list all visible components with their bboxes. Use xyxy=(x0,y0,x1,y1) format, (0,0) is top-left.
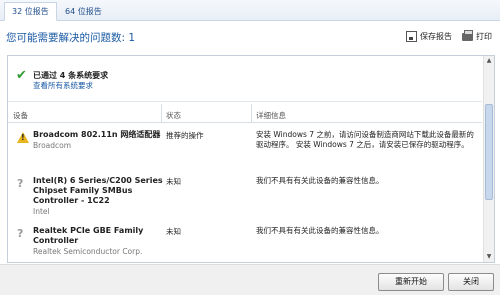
device-detail: 我们不具有有关此设备的兼容性信息。 xyxy=(256,176,384,185)
device-name: Realtek PCIe GBE Family Controller Realt… xyxy=(33,226,163,257)
device-status: 未知 xyxy=(166,177,181,186)
device-status: 推荐的操作 xyxy=(166,131,204,140)
results-panel: ✔ 已通过 4 条系统要求 查看所有系统要求 设备 状态 详细信息 Broadc… xyxy=(7,55,495,263)
save-report-label: 保存报告 xyxy=(420,32,452,41)
question-icon: ? xyxy=(17,227,24,240)
device-detail: 我们不具有有关此设备的兼容性信息。 xyxy=(256,226,384,235)
footer-bar: 重新开始 关闭 xyxy=(0,264,500,295)
checkmark-icon: ✔ xyxy=(16,68,27,83)
vertical-scrollbar[interactable]: ▲ ▼ xyxy=(483,56,494,262)
scroll-up-arrow-icon[interactable]: ▲ xyxy=(485,57,493,65)
view-all-requirements-link[interactable]: 查看所有系统要求 xyxy=(33,80,93,91)
tab-label: 32 位报告 xyxy=(12,7,49,16)
device-detail: 安装 Windows 7 之前，请访问设备制造商网站下载此设备最新的驱动程序。 … xyxy=(256,130,474,149)
tab-label: 64 位报告 xyxy=(65,7,102,16)
requirements-summary: ✔ 已通过 4 条系统要求 查看所有系统要求 xyxy=(8,56,482,102)
save-report-button[interactable]: 保存报告 xyxy=(406,31,452,42)
device-name-text: Intel(R) 6 Series/C200 Series Chipset Fa… xyxy=(33,176,163,205)
device-status: 未知 xyxy=(166,227,181,236)
column-divider[interactable] xyxy=(251,104,252,122)
device-vendor: Intel xyxy=(33,207,50,216)
column-detail[interactable]: 详细信息 xyxy=(256,110,286,121)
restart-button[interactable]: 重新开始 xyxy=(378,273,444,291)
question-icon: ? xyxy=(17,177,24,190)
close-button[interactable]: 关闭 xyxy=(448,273,494,291)
column-header: 设备 状态 详细信息 xyxy=(8,106,482,123)
device-name: Intel(R) 6 Series/C200 Series Chipset Fa… xyxy=(33,176,163,217)
column-device[interactable]: 设备 xyxy=(13,110,28,121)
tab-bar: 32 位报告 64 位报告 xyxy=(0,0,500,21)
print-label: 打印 xyxy=(476,32,492,41)
device-name-text: Realtek PCIe GBE Family Controller xyxy=(33,226,144,245)
device-name: Broadcom 802.11n 网络适配器 Broadcom xyxy=(33,130,163,151)
printer-icon xyxy=(462,29,473,41)
column-status[interactable]: 状态 xyxy=(166,110,181,121)
device-vendor: Broadcom xyxy=(33,141,72,150)
page-title: 您可能需要解决的问题数: 1 xyxy=(6,32,136,44)
tab-32-bit-report[interactable]: 32 位报告 xyxy=(4,2,57,21)
column-divider[interactable] xyxy=(161,104,162,122)
scroll-down-arrow-icon[interactable]: ▼ xyxy=(485,253,493,261)
toolbar: 保存报告 打印 xyxy=(406,29,492,42)
device-name-text: Broadcom 802.11n 网络适配器 xyxy=(33,130,161,139)
tab-64-bit-report[interactable]: 64 位报告 xyxy=(58,3,109,20)
warning-icon xyxy=(17,132,29,143)
print-button[interactable]: 打印 xyxy=(462,29,492,42)
scrollbar-thumb[interactable] xyxy=(485,104,493,200)
device-vendor: Realtek Semiconductor Corp. xyxy=(33,247,143,256)
save-icon xyxy=(406,31,417,42)
